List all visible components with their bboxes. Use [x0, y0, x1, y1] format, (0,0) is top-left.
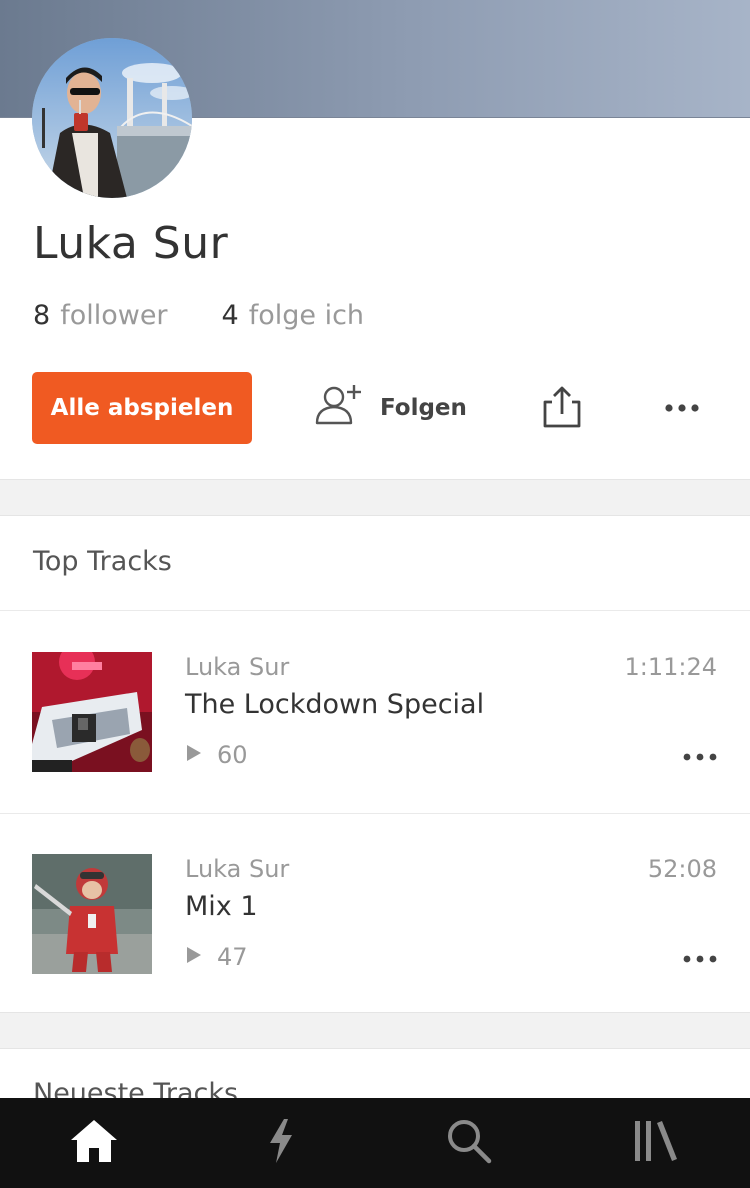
more-dots-icon — [660, 404, 704, 424]
play-count-value: 47 — [217, 943, 248, 971]
follow-button[interactable]: Folgen — [314, 384, 467, 432]
tab-home[interactable] — [0, 1098, 188, 1188]
play-count-icon — [185, 741, 203, 769]
track-title[interactable]: The Lockdown Special — [185, 689, 484, 720]
followers-stat[interactable]: 8 follower — [33, 300, 168, 331]
play-all-button[interactable]: Alle abspielen — [32, 372, 252, 444]
track-title[interactable]: Mix 1 — [185, 891, 258, 922]
track-artist[interactable]: Luka Sur — [185, 653, 289, 681]
share-button[interactable] — [541, 384, 583, 432]
divider-line — [0, 813, 750, 814]
following-label: folge ich — [248, 300, 365, 331]
profile-name: Luka Sur — [33, 218, 229, 269]
track-duration: 1:11:24 — [624, 653, 717, 681]
followers-label: follower — [60, 300, 168, 331]
section-divider — [0, 479, 750, 516]
profile-stats: 8 follower 4 folge ich — [33, 300, 418, 331]
more-dots-icon — [682, 951, 718, 970]
play-count-value: 60 — [217, 741, 248, 769]
follow-label: Folgen — [380, 395, 467, 421]
followers-count: 8 — [33, 300, 51, 331]
home-icon — [69, 1118, 119, 1168]
bottom-navigation — [0, 1098, 750, 1188]
stream-bolt-icon — [266, 1117, 296, 1169]
more-dots-icon — [682, 749, 718, 768]
track-artist[interactable]: Luka Sur — [185, 855, 289, 883]
track-more-button[interactable] — [682, 951, 718, 965]
tab-search[interactable] — [375, 1098, 563, 1188]
track-duration: 52:08 — [647, 855, 717, 883]
more-options-button[interactable] — [660, 396, 704, 420]
library-icon — [633, 1119, 679, 1167]
tab-stream[interactable] — [188, 1098, 376, 1188]
add-user-icon — [314, 383, 380, 433]
following-count: 4 — [221, 300, 239, 331]
track-row[interactable]: Luka Sur The Lockdown Special 60 1:11:24 — [0, 613, 750, 772]
share-icon — [541, 386, 583, 436]
track-play-count: 47 — [185, 943, 248, 971]
track-more-button[interactable] — [682, 749, 718, 763]
track-play-count: 60 — [185, 741, 248, 769]
following-stat[interactable]: 4 folge ich — [222, 300, 365, 331]
divider-line — [0, 610, 750, 611]
track-artwork[interactable] — [32, 652, 152, 772]
avatar[interactable] — [32, 38, 192, 198]
section-divider — [0, 1012, 750, 1049]
search-icon — [445, 1117, 493, 1169]
tab-library[interactable] — [563, 1098, 750, 1188]
track-artwork[interactable] — [32, 854, 152, 974]
play-count-icon — [185, 943, 203, 971]
top-tracks-title: Top Tracks — [33, 546, 172, 577]
track-row[interactable]: Luka Sur Mix 1 47 52:08 — [0, 815, 750, 974]
